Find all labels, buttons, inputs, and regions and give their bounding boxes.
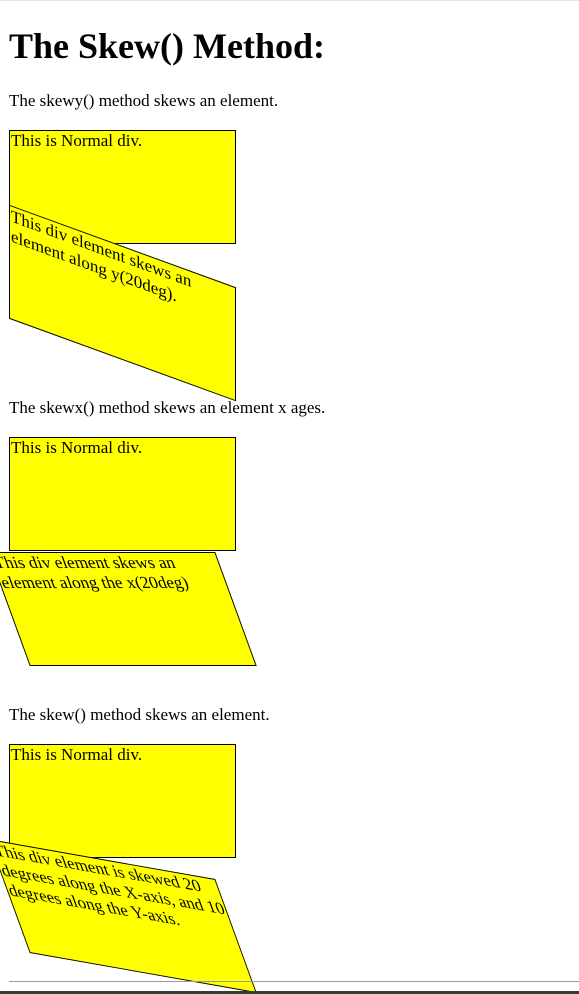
skew-description: The skew() method skews an element. [9, 705, 270, 724]
page-title: The Skew() Method: [9, 26, 325, 66]
normal-div-2: This is Normal div. [9, 437, 236, 551]
skewed-xy-div: This div element is skewed 20 degrees al… [0, 838, 257, 994]
skewx-description: The skewx() method skews an element x ag… [9, 398, 326, 417]
bottom-divider [9, 981, 579, 982]
skewed-x-div: This div element skews an element along … [0, 552, 257, 666]
skewy-description: The skewy() method skews an element. [9, 91, 279, 110]
skewed-div-label: This div element skews an element along … [0, 553, 192, 592]
top-border [0, 0, 579, 1]
normal-div-label: This is Normal div. [11, 745, 143, 764]
normal-div-label: This is Normal div. [11, 131, 143, 150]
normal-div-3: This is Normal div. [9, 744, 236, 858]
normal-div-label: This is Normal div. [11, 438, 143, 457]
